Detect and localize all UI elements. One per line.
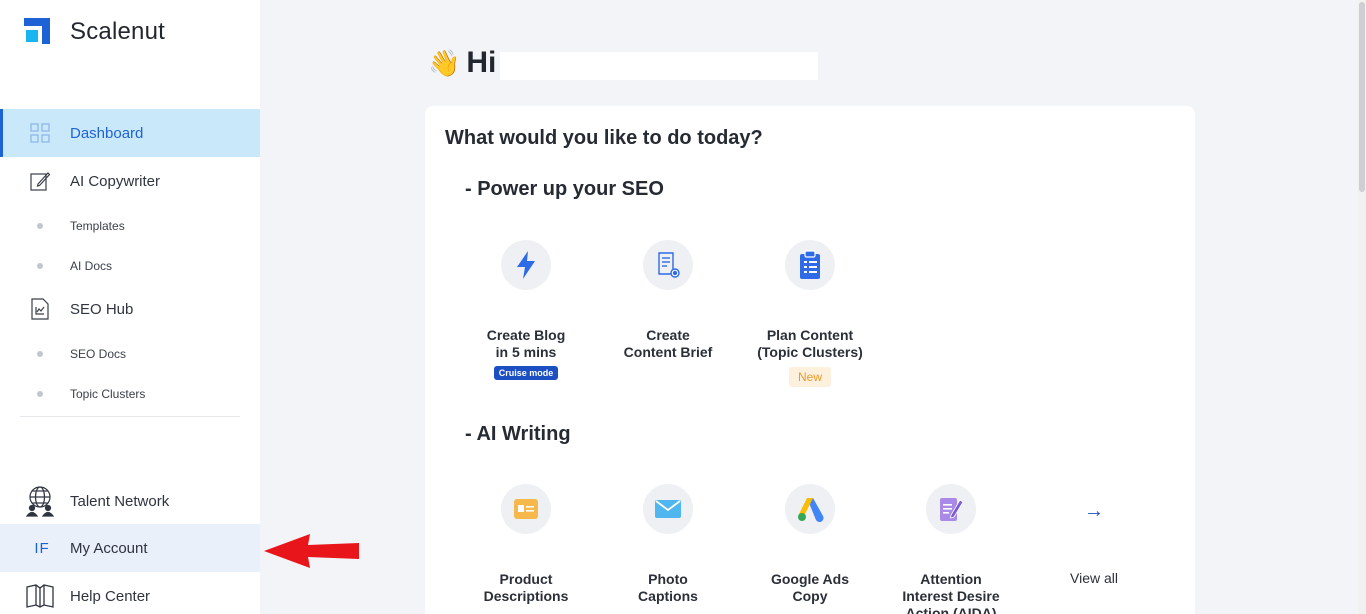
scalenut-logo (24, 18, 52, 46)
document-pen-icon (926, 484, 976, 534)
tile-title: Plan Content (Topic Clusters) (757, 327, 863, 360)
tile-aida[interactable]: Attention Interest Desire Action (AIDA) (891, 484, 1011, 614)
dashboard-grid-icon (28, 121, 52, 145)
google-ads-icon (785, 484, 835, 534)
sidebar-item-label: Talent Network (70, 492, 170, 510)
sidebar-subitem-templates[interactable]: Templates (0, 210, 260, 242)
tile-google-ads-copy[interactable]: Google Ads Copy (750, 484, 870, 605)
view-all-link[interactable]: → View all (1034, 486, 1154, 586)
page-prompt: What would you like to do today? (445, 127, 763, 149)
brand-name: Scalenut (70, 18, 165, 45)
bullet-dot-icon (37, 351, 43, 357)
sidebar-subitem-label: SEO Docs (70, 347, 127, 361)
sidebar-item-help-center[interactable]: Help Center (0, 572, 260, 614)
sidebar-subitem-ai-docs[interactable]: AI Docs (0, 250, 260, 282)
tile-title: Create Blog in 5 mins (486, 327, 566, 360)
bullet-dot-icon (37, 391, 43, 397)
tile-plan-content[interactable]: Plan Content (Topic Clusters) New (750, 240, 870, 387)
bullet-dot-icon (37, 223, 43, 229)
waving-hand-icon: 👋 (428, 47, 461, 78)
sidebar-item-seo-hub[interactable]: SEO Hub (0, 285, 260, 333)
sidebar-item-label: My Account (70, 539, 148, 557)
scrollbar-thumb[interactable] (1359, 2, 1365, 192)
section-title-seo: - Power up your SEO (465, 178, 664, 200)
document-settings-icon (643, 240, 693, 290)
greeting: 👋 Hi (428, 46, 496, 80)
lightning-bolt-icon (501, 240, 551, 290)
chart-document-icon (28, 297, 52, 321)
sidebar-item-label: Help Center (70, 587, 151, 605)
sidebar-item-label: AI Copywriter (70, 172, 161, 190)
sidebar-subitem-seo-docs[interactable]: SEO Docs (0, 338, 260, 370)
new-badge: New (788, 367, 831, 387)
sidebar-subitem-label: AI Docs (70, 259, 113, 273)
product-card-icon (501, 484, 551, 534)
sidebar-divider (20, 416, 240, 417)
tile-create-blog[interactable]: Create Blog in 5 mins Cruise mode (466, 240, 586, 381)
tile-title: Attention Interest Desire Action (AIDA) (902, 571, 1000, 614)
pen-edit-icon (28, 169, 52, 193)
action-card: What would you like to do today? - Power… (425, 106, 1195, 614)
bullet-dot-icon (37, 263, 43, 269)
sidebar-subitem-label: Topic Clusters (70, 387, 146, 401)
greeting-text: Hi (466, 46, 497, 79)
sidebar-subitem-topic-clusters[interactable]: Topic Clusters (0, 378, 260, 410)
red-arrow-annotation-icon (264, 534, 359, 568)
redacted-username (500, 52, 818, 80)
tile-photo-captions[interactable]: Photo Captions (608, 484, 728, 605)
section-title-ai-writing: - AI Writing (465, 423, 571, 445)
envelope-icon (643, 484, 693, 534)
sidebar: Scalenut Dashboard AI Copywriter Templat… (0, 0, 260, 614)
sidebar-item-ai-copywriter[interactable]: AI Copywriter (0, 157, 260, 205)
page-scrollbar[interactable] (1358, 0, 1366, 614)
cruise-mode-badge: Cruise mode (493, 366, 559, 380)
arrow-right-icon: → (1084, 500, 1104, 522)
account-initials-avatar: IF (34, 539, 50, 557)
sidebar-item-my-account[interactable]: IF My Account (0, 524, 260, 572)
tile-create-content-brief[interactable]: Create Content Brief (608, 240, 728, 361)
sidebar-subitem-label: Templates (70, 219, 125, 233)
tile-title: Create Content Brief (623, 327, 713, 360)
sidebar-item-talent-network[interactable]: Talent Network (0, 477, 260, 525)
globe-people-icon (24, 485, 56, 517)
view-all-label: View all (1070, 570, 1118, 586)
sidebar-item-dashboard[interactable]: Dashboard (0, 109, 260, 157)
tile-title: Google Ads Copy (770, 571, 850, 604)
clipboard-list-icon (785, 240, 835, 290)
tile-title: Photo Captions (638, 571, 698, 604)
open-book-icon (26, 582, 54, 610)
tile-product-descriptions[interactable]: Product Descriptions (466, 484, 586, 605)
sidebar-item-label: Dashboard (70, 124, 144, 142)
brand[interactable]: Scalenut (24, 18, 165, 46)
tile-title: Product Descriptions (483, 571, 569, 604)
sidebar-item-label: SEO Hub (70, 300, 134, 318)
